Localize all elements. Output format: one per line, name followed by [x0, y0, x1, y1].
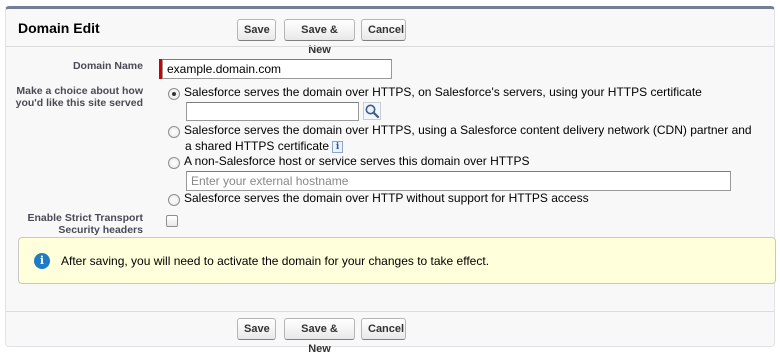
- radio-salesforce-https-cdn[interactable]: [168, 126, 180, 138]
- option-label-salesforce-https-cdn-line2: a shared HTTPS certificate i: [185, 139, 344, 154]
- option-label-salesforce-https-cdn-line1: Salesforce serves the domain over HTTPS,…: [184, 123, 752, 137]
- option-label-non-salesforce-host: A non-Salesforce host or service serves …: [184, 154, 530, 168]
- serving-choice-label: Make a choice about how you'd like this …: [15, 85, 143, 109]
- header-divider: [6, 46, 774, 47]
- footer-divider: [6, 311, 774, 312]
- save-button-bottom[interactable]: Save: [237, 318, 276, 340]
- save-new-button-bottom[interactable]: Save & New: [284, 318, 355, 355]
- activation-notice: i After saving, you will need to activat…: [18, 237, 776, 284]
- radio-non-salesforce-host[interactable]: [168, 157, 180, 169]
- domain-edit-panel: Domain Edit Save Save & New Cancel Domai…: [5, 6, 776, 355]
- cancel-button-bottom[interactable]: Cancel: [361, 318, 406, 340]
- info-icon[interactable]: i: [332, 140, 344, 153]
- external-hostname-input[interactable]: Enter your external hostname: [186, 171, 731, 191]
- option-label-cdn-line2-text: a shared HTTPS certificate: [185, 139, 330, 153]
- certificate-lookup-input[interactable]: [186, 102, 359, 121]
- cancel-button-top[interactable]: Cancel: [361, 19, 406, 41]
- save-new-button-top[interactable]: Save & New: [284, 19, 355, 56]
- hsts-checkbox[interactable]: [166, 215, 178, 227]
- domain-name-input[interactable]: example.domain.com: [162, 59, 392, 79]
- option-label-salesforce-https-own-cert: Salesforce serves the domain over HTTPS,…: [184, 85, 702, 99]
- page-title: Domain Edit: [18, 20, 100, 36]
- notice-text: After saving, you will need to activate …: [61, 254, 490, 268]
- magnifier-icon[interactable]: [363, 102, 381, 120]
- radio-salesforce-https-own-cert[interactable]: [168, 88, 180, 100]
- radio-salesforce-http-only[interactable]: [168, 194, 180, 206]
- hsts-label: Enable Strict Transport Security headers: [27, 212, 143, 236]
- option-label-salesforce-http-only: Salesforce serves the domain over HTTP w…: [184, 191, 589, 205]
- info-icon: i: [34, 253, 50, 269]
- save-button-top[interactable]: Save: [237, 19, 276, 41]
- domain-name-label: Domain Name: [72, 60, 143, 72]
